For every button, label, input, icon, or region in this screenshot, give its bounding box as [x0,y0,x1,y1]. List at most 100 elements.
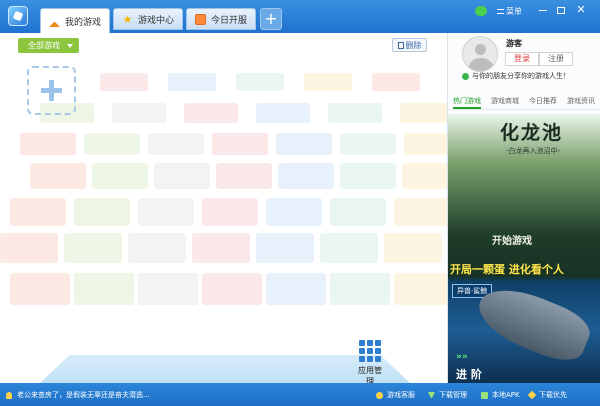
background-tile [138,198,194,226]
background-tile [84,133,140,155]
apk-icon [481,391,488,399]
trash-icon [397,41,404,49]
app-logo-icon[interactable] [8,6,28,26]
tab-today-picks[interactable]: 今日推荐 [529,94,557,109]
customer-service-link[interactable]: 游戏客服 [376,390,415,400]
ad2-title: 开局一颗蛋 进化看个人 [450,263,564,276]
background-tile [276,133,332,155]
tab-game-news[interactable]: 游戏资讯 [567,94,595,109]
status-bar: 老公来查房了，是假装无辜还是奋夫潜逃... 游戏客服 下载管理 本地APK 下载… [0,383,600,406]
username: 游客 [506,39,522,48]
bell-icon [6,391,12,399]
tab-label: 游戏中心 [138,15,175,26]
game-ad-banner[interactable]: 化龙池 -白龙再入池沼中- 开始游戏 开局一颗蛋 进化看个人 异兽·鲨鲸 »» … [448,114,600,384]
my-games-panel: 全部游戏 删除 应用管理 [0,33,447,383]
calendar-icon [195,13,206,25]
background-tile [372,73,420,91]
background-tile [74,198,130,226]
news-text: 老公来查房了，是假装无辜还是奋夫潜逃... [17,391,150,399]
background-tile [330,273,390,305]
background-tile [404,133,447,155]
tab-my-games[interactable]: 我的游戏 [40,8,110,33]
tab-game-center[interactable]: ★ 游戏中心 [113,8,183,30]
background-tile [266,273,326,305]
background-tile [384,233,442,263]
ad2-arrows-icon: »» [456,352,468,362]
background-tile [340,163,396,189]
background-tile [278,163,334,189]
background-tile [100,73,148,91]
customer-service-label: 游戏客服 [387,391,415,399]
local-apk-label: 本地APK [492,391,520,399]
background-tile [64,233,122,263]
background-tile [112,103,166,123]
close-button[interactable]: ✕ [573,3,589,17]
sidebar-tabs: 热门游戏 游戏商城 今日推荐 游戏资讯 [448,94,600,110]
background-tile [74,273,134,305]
delete-label: 删除 [405,40,422,50]
grid-icon [359,340,381,362]
background-tile [192,233,250,263]
download-icon [428,391,435,399]
minimize-icon [539,9,547,11]
login-button[interactable]: 登录 [505,52,539,66]
home-icon [49,16,60,27]
download-manager-label: 下载管理 [439,391,467,399]
app-manage-button[interactable]: 应用管理 [355,340,385,383]
background-tile [304,73,352,91]
background-tile [168,73,216,91]
background-tile [154,163,210,189]
background-tile [20,133,76,155]
local-apk-link[interactable]: 本地APK [481,390,520,400]
headset-icon [376,391,383,399]
background-tile [184,103,238,123]
background-tile [202,273,262,305]
tab-label: 今日开服 [211,15,248,26]
background-tile [0,233,58,263]
menu-label: 菜单 [506,6,522,16]
background-tile [328,103,382,123]
tab-today-servers[interactable]: 今日开服 [186,8,256,30]
minimize-button[interactable] [535,3,551,17]
download-priority-label: 下载优先 [539,391,567,399]
background-tile [202,198,258,226]
avatar[interactable] [462,36,498,72]
background-tile [394,273,447,305]
ad1-title: 化龙池 [500,122,564,144]
share-icon [462,72,469,80]
news-ticker[interactable]: 老公来查房了，是假装无辜还是奋夫潜逃... [6,390,150,400]
all-games-label: 全部游戏 [28,41,60,50]
ad2-advance-button[interactable]: 进 阶 [456,366,482,382]
background-tile [400,103,447,123]
tab-hot-games[interactable]: 热门游戏 [453,94,481,109]
all-games-dropdown[interactable]: 全部游戏 [18,38,79,53]
ad1-subtitle: -白龙再入池沼中- [506,147,561,155]
background-tile [10,273,70,305]
delete-button[interactable]: 删除 [392,38,427,52]
tab-game-mall[interactable]: 游戏商城 [491,94,519,109]
background-tile [138,273,198,305]
maximize-button[interactable] [553,3,569,17]
download-manager-link[interactable]: 下载管理 [428,390,467,400]
background-tile [330,198,386,226]
app-manage-label: 应用管理 [358,366,382,383]
share-link[interactable]: 与你的朋友分享你的游戏人生！ [462,71,570,81]
close-icon: ✕ [576,3,586,16]
background-tile [10,198,66,226]
background-tile [256,103,310,123]
wechat-icon[interactable] [475,6,487,16]
add-tab-button[interactable]: + [260,8,282,30]
background-tile [236,73,284,91]
menu-button[interactable]: 菜单 [497,4,529,18]
sidebar: 游客 登录 注册 与你的朋友分享你的游戏人生！ 热门游戏 游戏商城 今日推荐 游… [447,33,600,384]
tab-label: 我的游戏 [65,17,102,28]
background-tile [148,133,204,155]
background-tile [216,163,272,189]
lightning-icon [527,390,537,400]
add-game-button[interactable] [27,66,76,115]
background-tile [394,198,447,226]
background-tile [128,233,186,263]
register-button[interactable]: 注册 [539,52,573,66]
ad1-start-button[interactable]: 开始游戏 [492,232,532,247]
download-priority-link[interactable]: 下载优先 [527,390,567,400]
